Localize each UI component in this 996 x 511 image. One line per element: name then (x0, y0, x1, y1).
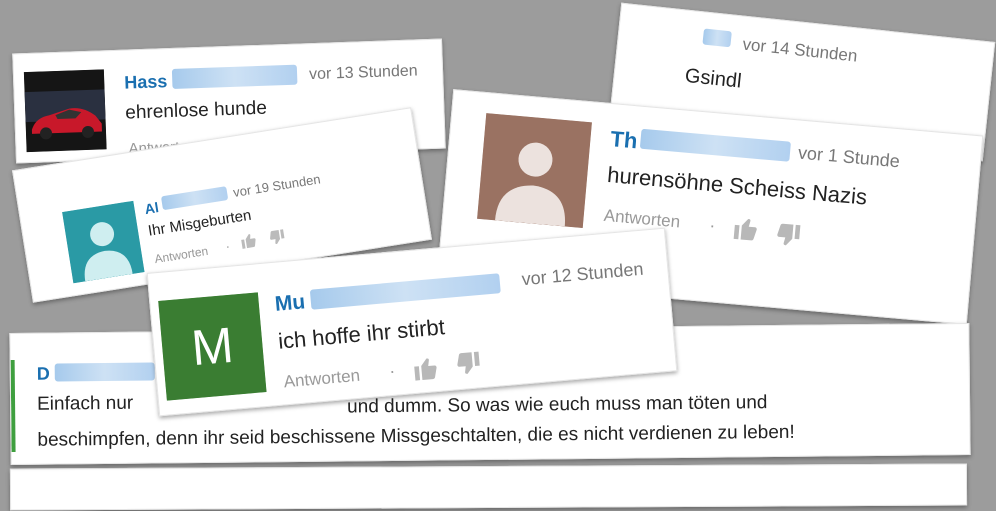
thumbs-down-icon[interactable] (772, 221, 804, 252)
comment-text-line1-start: Einfach nur (36, 392, 134, 415)
comment-text-line1-end: und dumm. So was wie euch muss man töten… (347, 392, 768, 418)
separator-dot: · (388, 360, 397, 382)
default-user-icon (62, 200, 145, 284)
timestamp[interactable]: vor 1 Stunde (797, 143, 900, 173)
thumbs-up-icon[interactable] (238, 230, 261, 251)
comment-card-bottom (9, 463, 968, 511)
avatar[interactable] (477, 113, 592, 228)
thumbs-up-icon[interactable] (410, 353, 442, 384)
author-name[interactable]: D (37, 364, 50, 385)
author-name[interactable]: Mu (274, 290, 306, 317)
reply-button[interactable]: Antworten (154, 244, 210, 266)
timestamp[interactable]: vor 19 Stunden (232, 171, 321, 200)
author-name[interactable]: Th (609, 126, 638, 154)
author-name[interactable]: Al (143, 199, 159, 217)
thumbs-down-icon[interactable] (266, 227, 289, 248)
comment-text: Gsindl (683, 64, 743, 93)
default-user-icon (477, 113, 592, 228)
comment-text-line2: beschimpfen, denn ihr seid beschissene M… (37, 421, 795, 451)
thumbs-down-icon[interactable] (452, 349, 484, 380)
blurred-name (702, 28, 732, 48)
comment-text: ich hoffe ihr stirbt (277, 314, 446, 354)
timestamp[interactable]: vor 13 Stunden (309, 62, 418, 84)
reply-button[interactable]: Antworten (603, 206, 681, 233)
blurred-name (309, 273, 501, 310)
comment-text: Ihr Misgeburten (146, 206, 253, 240)
blurred-name (160, 186, 229, 211)
separator-dot: · (708, 215, 717, 236)
comment-text: ehrenlose hunde (124, 97, 268, 124)
red-car-icon (23, 69, 107, 153)
reply-button[interactable]: Antworten (283, 366, 361, 393)
comment-text: hurensöhne Scheiss Nazis (606, 161, 869, 210)
avatar[interactable] (23, 69, 107, 153)
avatar[interactable]: M (158, 292, 267, 401)
avatar-letter: M (189, 316, 236, 377)
blurred-name (54, 362, 155, 382)
avatar[interactable] (62, 200, 145, 284)
accent-bar (10, 359, 16, 453)
timestamp[interactable]: vor 12 Stunden (521, 259, 644, 291)
author-name[interactable]: Hass (124, 71, 168, 93)
blurred-name (639, 128, 791, 162)
thumbs-up-icon[interactable] (730, 213, 762, 244)
blurred-name (171, 64, 298, 89)
timestamp[interactable]: vor 14 Stunden (742, 35, 859, 67)
separator-dot: · (224, 238, 231, 254)
